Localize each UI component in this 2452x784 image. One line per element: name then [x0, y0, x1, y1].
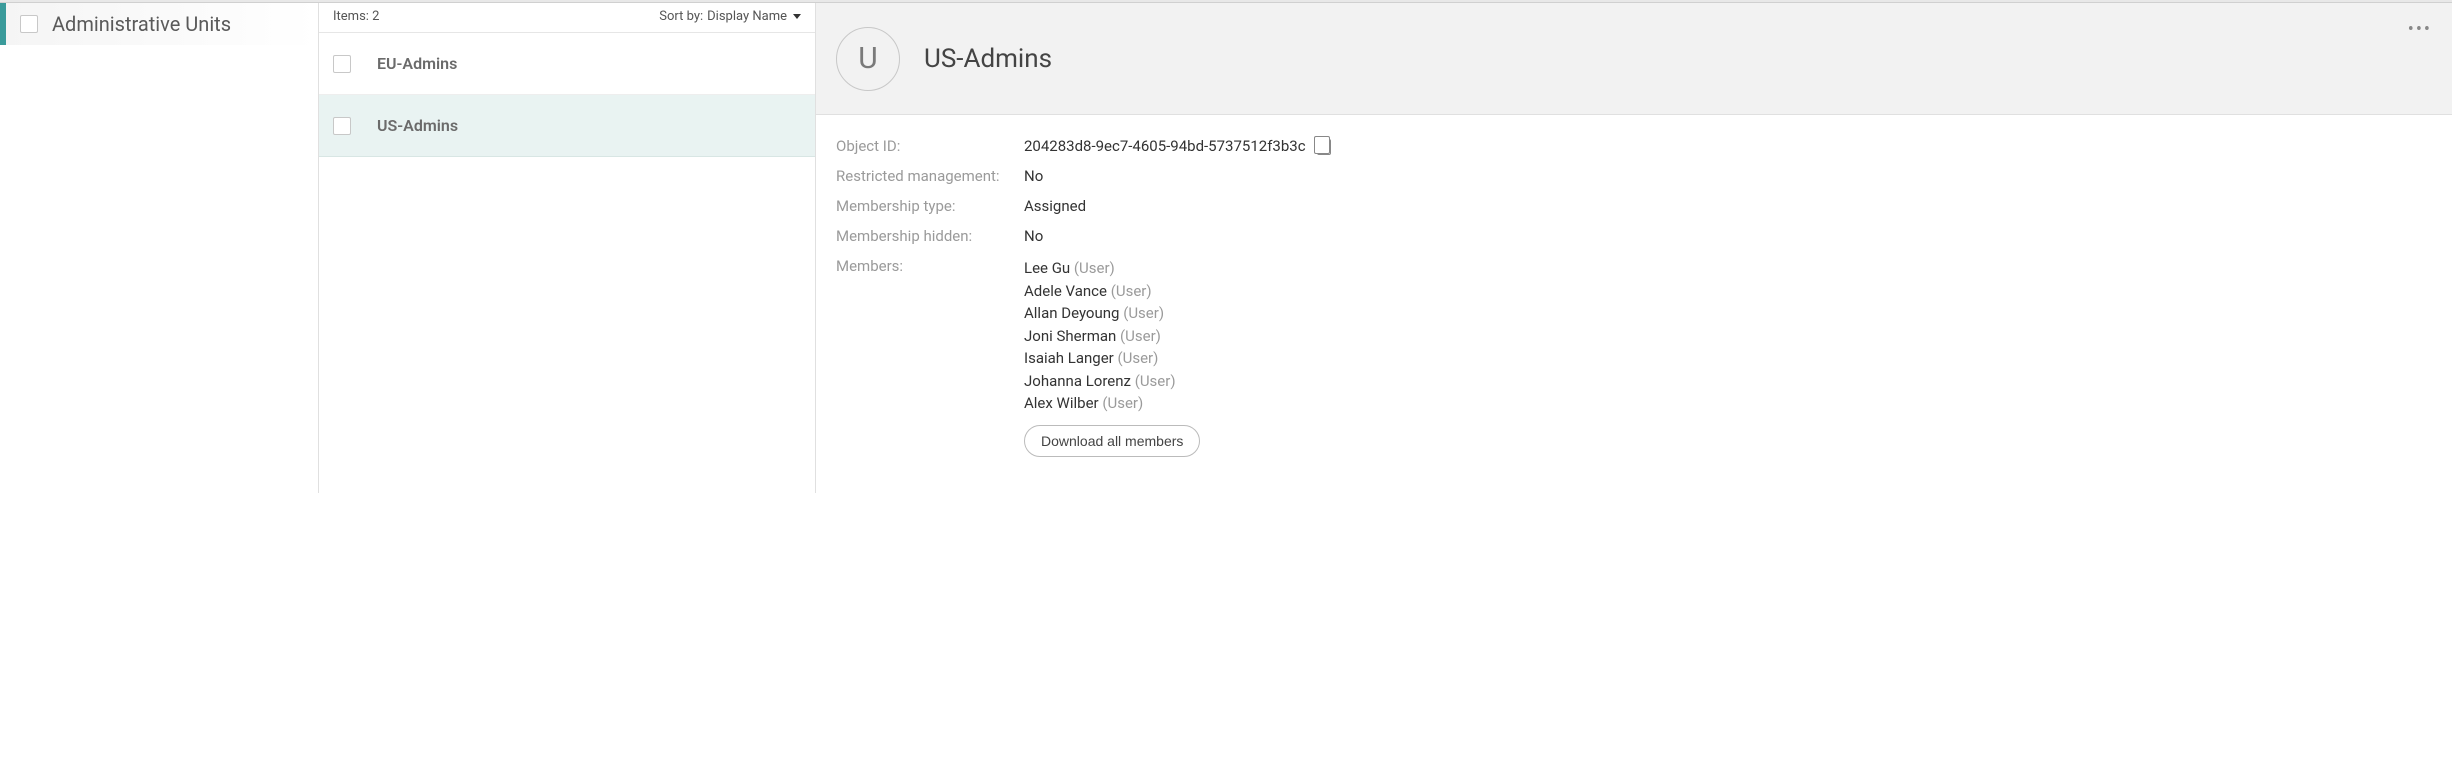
member-type: (User)	[1102, 394, 1143, 412]
object-id-text: 204283d8-9ec7-4605-94bd-5737512f3b3c	[1024, 137, 1306, 155]
sidebar: Administrative Units	[0, 3, 318, 493]
sidebar-checkbox[interactable]	[20, 15, 38, 33]
row-membership-type: Membership type: Assigned	[836, 197, 2432, 215]
member-type: (User)	[1111, 282, 1152, 300]
member-item: Isaiah Langer (User)	[1024, 347, 1200, 370]
list-row-checkbox[interactable]	[333, 55, 351, 73]
member-type: (User)	[1123, 304, 1164, 322]
label-membership-type: Membership type:	[836, 197, 1024, 215]
label-members: Members:	[836, 257, 1024, 275]
member-name: Joni Sherman	[1024, 327, 1120, 345]
list-header: Items: 2 Sort by: Display Name	[319, 3, 815, 33]
sidebar-item-label: Administrative Units	[52, 12, 231, 36]
row-membership-hidden: Membership hidden: No	[836, 227, 2432, 245]
members-list: Lee Gu (User)Adele Vance (User)Allan Dey…	[1024, 257, 1200, 457]
value-restricted: No	[1024, 167, 1043, 185]
value-object-id: 204283d8-9ec7-4605-94bd-5737512f3b3c	[1024, 137, 1331, 155]
list-panel: Items: 2 Sort by: Display Name EU-Admins…	[318, 3, 816, 493]
items-count: Items: 2	[333, 9, 379, 24]
avatar: U	[836, 27, 900, 91]
label-object-id: Object ID:	[836, 137, 1024, 155]
member-name: Adele Vance	[1024, 282, 1111, 300]
label-membership-hidden: Membership hidden:	[836, 227, 1024, 245]
member-type: (User)	[1117, 349, 1158, 367]
member-type: (User)	[1120, 327, 1161, 345]
copy-icon[interactable]	[1317, 139, 1331, 155]
detail-panel: U US-Admins ••• Object ID: 204283d8-9ec7…	[816, 3, 2452, 493]
value-membership-hidden: No	[1024, 227, 1043, 245]
member-type: (User)	[1135, 372, 1176, 390]
row-restricted: Restricted management: No	[836, 167, 2432, 185]
member-item: Joni Sherman (User)	[1024, 325, 1200, 348]
label-restricted: Restricted management:	[836, 167, 1024, 185]
row-members: Members: Lee Gu (User)Adele Vance (User)…	[836, 257, 2432, 457]
value-membership-type: Assigned	[1024, 197, 1086, 215]
sort-prefix: Sort by:	[659, 9, 703, 24]
list-row-checkbox[interactable]	[333, 117, 351, 135]
list-row[interactable]: EU-Admins	[319, 33, 815, 95]
list-row-label: EU-Admins	[377, 54, 457, 73]
member-name: Isaiah Langer	[1024, 349, 1117, 367]
more-menu-icon[interactable]: •••	[2404, 15, 2436, 44]
detail-header: U US-Admins •••	[816, 3, 2452, 115]
sidebar-item-admin-units[interactable]: Administrative Units	[0, 3, 318, 45]
detail-body: Object ID: 204283d8-9ec7-4605-94bd-57375…	[816, 115, 2452, 491]
member-name: Allan Deyoung	[1024, 304, 1123, 322]
list-row[interactable]: US-Admins	[319, 95, 815, 157]
detail-title: US-Admins	[924, 44, 1052, 74]
member-item: Adele Vance (User)	[1024, 280, 1200, 303]
member-item: Lee Gu (User)	[1024, 257, 1200, 280]
member-name: Alex Wilber	[1024, 394, 1102, 412]
row-object-id: Object ID: 204283d8-9ec7-4605-94bd-57375…	[836, 137, 2432, 155]
caret-down-icon	[793, 14, 801, 19]
member-item: Alex Wilber (User)	[1024, 392, 1200, 415]
member-item: Allan Deyoung (User)	[1024, 302, 1200, 325]
member-name: Johanna Lorenz	[1024, 372, 1135, 390]
avatar-initial: U	[858, 41, 877, 76]
sort-control[interactable]: Sort by: Display Name	[659, 9, 801, 24]
download-all-members-button[interactable]: Download all members	[1024, 425, 1200, 457]
sort-value: Display Name	[707, 9, 787, 24]
member-item: Johanna Lorenz (User)	[1024, 370, 1200, 393]
member-type: (User)	[1074, 259, 1115, 277]
list-row-label: US-Admins	[377, 116, 458, 135]
member-name: Lee Gu	[1024, 259, 1074, 277]
